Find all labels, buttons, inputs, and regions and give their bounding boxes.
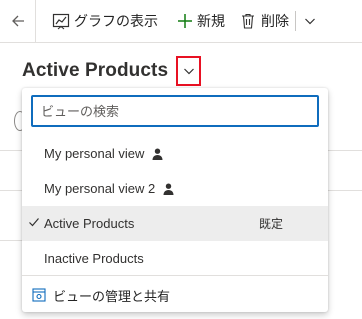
manage-and-share-views-button[interactable]: ビューの管理と共有 [22,278,328,312]
chart-icon [52,13,70,30]
view-dropdown: My personal view My personal view 2 Acti… [22,88,328,312]
checkmark-icon [29,218,39,227]
view-item-label: My personal view 2 [44,181,156,196]
command-bar: グラフの表示 新規 削除 [0,0,362,42]
new-button[interactable]: 新規 [177,0,225,42]
delete-button[interactable]: 削除 [241,0,296,42]
delete-label: 削除 [261,13,289,29]
chevron-down-icon [305,18,315,25]
background-divider [0,150,22,151]
view-item-inactive-products[interactable]: Inactive Products [22,241,328,276]
view-item-active-products[interactable]: Active Products 既定 [22,206,328,241]
person-icon [152,148,163,160]
toolbar-separator [295,11,296,31]
view-item-label: Inactive Products [44,251,144,266]
dropdown-divider [22,275,328,276]
background-divider [0,190,22,191]
trash-icon [242,13,254,29]
plus-icon [178,14,192,28]
view-search-input[interactable] [31,95,319,127]
manage-views-label: ビューの管理と共有 [53,288,171,304]
chevron-down-icon [183,68,194,75]
background-divider [328,150,362,151]
show-chart-label: グラフの表示 [74,13,158,29]
background-divider [328,190,362,191]
view-item-my-personal-view-2[interactable]: My personal view 2 [22,171,328,206]
default-badge: 既定 [259,217,284,231]
background-divider [0,42,362,43]
background-divider [0,240,22,241]
view-dropdown-toggle[interactable] [176,56,201,86]
view-item-my-personal-view[interactable]: My personal view [22,136,328,171]
view-item-label: My personal view [44,146,145,161]
person-icon [163,183,174,195]
back-button[interactable] [0,0,36,42]
view-item-label: Active Products [44,216,135,231]
view-selector[interactable]: Active Products [22,52,201,90]
manage-views-icon [32,288,46,302]
more-commands-chevron[interactable] [304,0,316,42]
back-arrow-icon [11,15,24,27]
new-label: 新規 [197,13,225,29]
view-title: Active Products [22,60,169,81]
show-chart-button[interactable]: グラフの表示 [52,0,158,42]
